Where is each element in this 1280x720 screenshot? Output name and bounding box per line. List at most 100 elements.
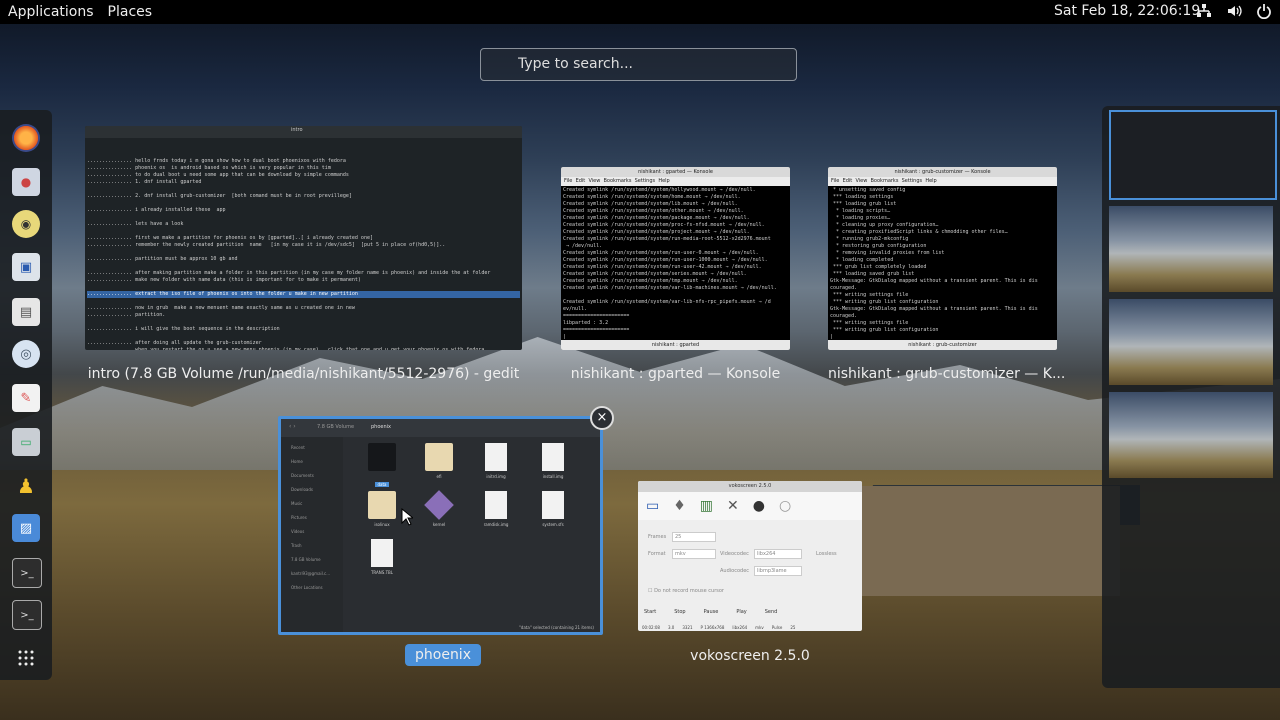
- file-item[interactable]: efi: [414, 443, 464, 487]
- sidebar-item[interactable]: Pictures: [281, 511, 343, 525]
- workspace-1[interactable]: [1109, 110, 1277, 200]
- file-item[interactable]: system.sfs: [528, 491, 578, 535]
- gedit-text-area[interactable]: ............... hello frnds today i m go…: [85, 138, 522, 350]
- sidebar-item[interactable]: 7.8 GB Volume: [281, 553, 343, 567]
- menu-help[interactable]: Help: [925, 178, 936, 184]
- format-select[interactable]: mkv: [672, 549, 716, 559]
- info-tab-icon[interactable]: ○: [779, 498, 791, 514]
- send-button[interactable]: Send: [765, 609, 778, 615]
- system-tray[interactable]: [1196, 3, 1272, 23]
- grub-konsole-window[interactable]: nishikant : grub-customizer — Konsole Fi…: [828, 167, 1057, 350]
- stop-button[interactable]: Stop: [674, 609, 685, 615]
- file-item[interactable]: data: [357, 443, 407, 487]
- screenshot-icon[interactable]: ◎: [12, 340, 40, 368]
- menu-bookmarks[interactable]: Bookmarks: [604, 178, 632, 184]
- start-button[interactable]: Start: [644, 609, 656, 615]
- sidebar-item[interactable]: kantri93@gmail.c...: [281, 567, 343, 581]
- terminal-icon[interactable]: >_: [12, 600, 42, 630]
- vokoscreen-caption[interactable]: vokoscreen 2.5.0: [638, 648, 862, 664]
- file-item[interactable]: ramdisk.img: [471, 491, 521, 535]
- text-line: ............... i will give the boot seq…: [87, 326, 280, 332]
- text-line: ............... now in grub make a new m…: [87, 305, 355, 311]
- sidebar-item[interactable]: Trash: [281, 539, 343, 553]
- menu-view[interactable]: View: [855, 178, 867, 184]
- text-line: * restoring grub configuration: [830, 243, 927, 249]
- file-item[interactable]: TRANS.TBL: [357, 539, 407, 583]
- kolourpaint-icon[interactable]: ▨: [12, 514, 40, 542]
- grub-konsole-caption[interactable]: nishikant : grub-customizer — K...: [828, 366, 1065, 382]
- search-box[interactable]: [480, 48, 797, 81]
- file-item[interactable]: initrd.img: [471, 443, 521, 487]
- text-editor-icon[interactable]: ✎: [12, 384, 40, 412]
- search-input[interactable]: [518, 56, 778, 72]
- volume-icon[interactable]: [1226, 3, 1242, 23]
- network-icon[interactable]: [1196, 3, 1212, 23]
- video-tab-icon[interactable]: ▥: [700, 498, 713, 514]
- play-button[interactable]: Play: [736, 609, 746, 615]
- text-line: Created symlink /run/systemd/system/run-…: [563, 257, 768, 263]
- frames-input[interactable]: 25: [672, 532, 716, 542]
- files-icon[interactable]: ▤: [12, 298, 40, 326]
- menu-view[interactable]: View: [588, 178, 600, 184]
- menu-edit[interactable]: Edit: [576, 178, 586, 184]
- terminal-icon[interactable]: >_: [12, 558, 42, 588]
- clock[interactable]: Sat Feb 18, 22:06:19: [1054, 3, 1200, 19]
- microphone-tab-icon[interactable]: ♦: [673, 498, 686, 514]
- sidebar-item[interactable]: Home: [281, 455, 343, 469]
- screen-tab-icon[interactable]: ▭: [646, 498, 659, 514]
- menu-help[interactable]: Help: [658, 178, 669, 184]
- rhythmbox-icon[interactable]: ◉: [12, 210, 40, 238]
- show-apps-icon[interactable]: [12, 644, 40, 672]
- path-folder[interactable]: phoenix: [371, 424, 391, 430]
- file-item[interactable]: isolinux: [357, 491, 407, 535]
- gedit-window[interactable]: intro ............... hello frnds today …: [85, 126, 522, 350]
- file-item[interactable]: kernel: [414, 490, 464, 535]
- sidebar-item[interactable]: Other Locations: [281, 581, 343, 595]
- phoenix-files-window[interactable]: ‹ › 7.8 GB Volume phoenix Recent Home Docu…: [278, 416, 603, 635]
- path-volume[interactable]: 7.8 GB Volume: [317, 424, 354, 430]
- software-icon[interactable]: ●: [12, 168, 40, 196]
- workspace-2[interactable]: [1109, 206, 1273, 292]
- settings-tab-icon[interactable]: ✕: [727, 498, 739, 514]
- menu-file[interactable]: File: [564, 178, 572, 184]
- sidebar-item[interactable]: Videos: [281, 525, 343, 539]
- sidebar-item[interactable]: Documents: [281, 469, 343, 483]
- gedit-caption[interactable]: intro (7.8 GB Volume /run/media/nishikan…: [85, 366, 522, 382]
- menu-bookmarks[interactable]: Bookmarks: [871, 178, 899, 184]
- menu-settings[interactable]: Settings: [635, 178, 656, 184]
- konsole-tab[interactable]: nishikant : gparted: [561, 340, 790, 350]
- pause-button[interactable]: Pause: [704, 609, 719, 615]
- gparted-konsole-window[interactable]: nishikant : gparted — Konsole File Edit …: [561, 167, 790, 350]
- konsole-terminal[interactable]: * unsetting saved config *** loading set…: [828, 186, 1057, 339]
- applications-menu[interactable]: Applications: [0, 4, 108, 20]
- back-icon[interactable]: ‹ ›: [289, 423, 296, 430]
- drive-icon[interactable]: ▭: [12, 428, 40, 456]
- sidebar-item[interactable]: Recent: [281, 441, 343, 455]
- workspace-4[interactable]: [1109, 392, 1273, 478]
- audiocodec-select[interactable]: libmp3lame: [754, 566, 802, 576]
- konsole-tab[interactable]: nishikant : grub-customizer: [828, 340, 1057, 350]
- sidebar-item[interactable]: Music: [281, 497, 343, 511]
- tux-icon[interactable]: ♟: [12, 472, 40, 500]
- lossless-label[interactable]: Lossless: [816, 551, 837, 557]
- vokoscreen-window[interactable]: vokoscreen 2.5.0 ▭ ♦ ▥ ✕ ● ○ Frames 25 F…: [638, 481, 862, 631]
- folder-icon: [425, 443, 453, 471]
- menu-edit[interactable]: Edit: [843, 178, 853, 184]
- workspace-3[interactable]: [1109, 299, 1273, 385]
- places-menu[interactable]: Places: [108, 4, 167, 20]
- menu-settings[interactable]: Settings: [902, 178, 923, 184]
- webcam-tab-icon[interactable]: ●: [753, 498, 765, 514]
- file-item[interactable]: install.img: [528, 443, 578, 487]
- videocodec-select[interactable]: libx264: [754, 549, 802, 559]
- files-grid: data efi initrd.img install.img isolinux kern…: [357, 443, 597, 613]
- power-icon[interactable]: [1256, 3, 1272, 23]
- remote-desktop-icon[interactable]: ▣: [12, 253, 40, 281]
- gparted-konsole-caption[interactable]: nishikant : gparted — Konsole: [561, 366, 790, 382]
- phoenix-caption[interactable]: phoenix: [405, 644, 481, 666]
- firefox-icon[interactable]: [12, 124, 40, 152]
- close-window-button[interactable]: ×: [590, 406, 614, 430]
- mouse-cursor-checkbox[interactable]: ☐ Do not record mouse cursor: [648, 588, 724, 594]
- sidebar-item[interactable]: Downloads: [281, 483, 343, 497]
- menu-file[interactable]: File: [831, 178, 839, 184]
- konsole-terminal[interactable]: Created symlink /run/systemd/system/holl…: [561, 186, 790, 339]
